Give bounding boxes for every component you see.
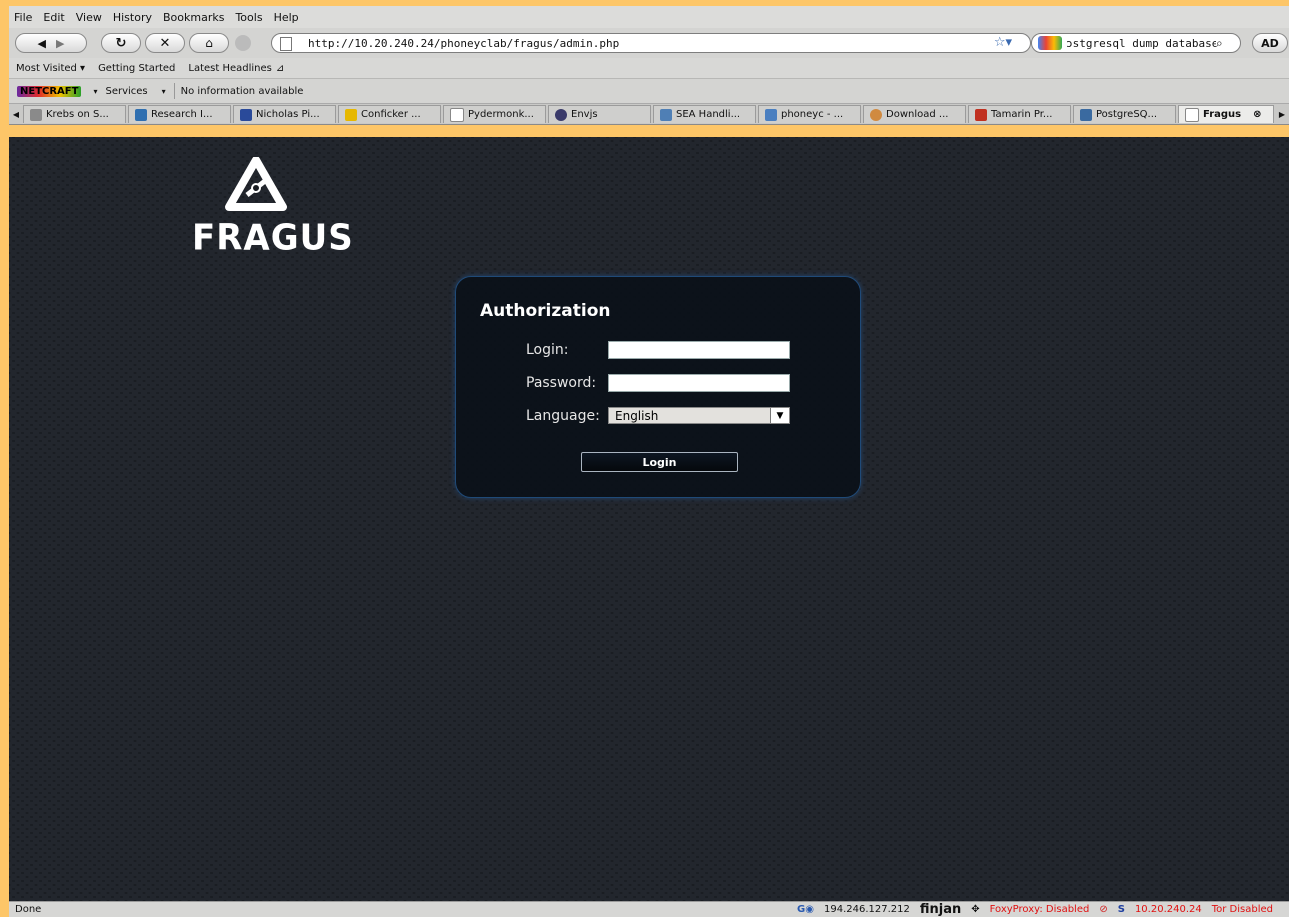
back-icon[interactable]: ◀ xyxy=(38,37,46,50)
logo-text: FRAGUS xyxy=(192,217,354,259)
language-label: Language: xyxy=(526,407,600,424)
stop-button[interactable]: ✕ xyxy=(145,33,185,53)
services-menu[interactable]: Services xyxy=(105,86,147,97)
home-icon: ⌂ xyxy=(205,36,213,50)
tab-favicon xyxy=(1080,108,1092,121)
login-row: Login: xyxy=(526,341,790,359)
tab-envjs[interactable]: Envjs xyxy=(548,105,651,123)
tab-favicon xyxy=(555,108,567,121)
rss-icon: ⊿ xyxy=(275,62,285,74)
language-row: Language: English ▼ xyxy=(526,407,790,424)
url-bar[interactable]: http://10.20.240.24/phoneyclab/fragus/ad… xyxy=(271,33,1031,53)
language-select[interactable]: English ▼ xyxy=(608,407,790,424)
tab-favicon xyxy=(870,108,882,121)
fragus-logo: FRAGUS xyxy=(192,156,354,259)
back-forward-buttons[interactable]: ◀ ▶ xyxy=(15,33,87,53)
page-content: FRAGUS Authorization Login: Password: La… xyxy=(9,137,1289,901)
tab-research[interactable]: Research I... xyxy=(128,105,231,123)
bookmark-most-visited[interactable]: Most Visited ▾ xyxy=(16,63,85,74)
tab-favicon xyxy=(660,108,672,121)
search-input[interactable]: ɔstgresql dump database xyxy=(1066,37,1216,50)
throbber-icon xyxy=(235,35,251,51)
finjan-logo[interactable]: finjan xyxy=(920,902,961,917)
language-value: English xyxy=(615,408,659,423)
forward-icon[interactable]: ▶ xyxy=(56,37,64,50)
menu-view[interactable]: View xyxy=(76,11,102,24)
tab-sea[interactable]: SEA Handli... xyxy=(653,105,756,123)
login-label: Login: xyxy=(526,342,569,358)
stop-icon: ✕ xyxy=(159,35,171,51)
dropdown-icon[interactable]: ▾ xyxy=(162,87,166,96)
netcraft-toolbar: NETCRAFT ▾ Services ▾ No information ava… xyxy=(9,79,1289,104)
home-button[interactable]: ⌂ xyxy=(189,33,229,53)
tab-pydermonk[interactable]: Pydermonk... xyxy=(443,105,546,123)
menu-tools[interactable]: Tools xyxy=(235,11,262,24)
reload-button[interactable]: ↻ xyxy=(101,33,141,53)
reload-icon: ↻ xyxy=(115,35,127,51)
tab-bar: ◀ Krebs on S... Research I... Nicholas P… xyxy=(9,104,1289,125)
location-icon[interactable]: G◉ xyxy=(797,904,814,915)
password-row: Password: xyxy=(526,374,790,392)
page-icon xyxy=(280,37,292,51)
menu-help[interactable]: Help xyxy=(274,11,299,24)
tab-postgresql[interactable]: PostgreSQ... xyxy=(1073,105,1176,123)
foxyproxy-status[interactable]: FoxyProxy: Disabled xyxy=(990,904,1090,915)
tab-krebs[interactable]: Krebs on S... xyxy=(23,105,126,123)
login-button[interactable]: Login xyxy=(581,452,738,472)
status-text: Done xyxy=(15,904,42,915)
tab-favicon xyxy=(975,108,987,121)
navigation-toolbar: ◀ ▶ ↻ ✕ ⌂ http://10.20.240.24/phoneyclab… xyxy=(9,28,1289,58)
tor-status[interactable]: Tor Disabled xyxy=(1212,904,1273,915)
s-icon[interactable]: S xyxy=(1118,904,1125,915)
tab-favicon xyxy=(135,108,147,121)
browser-chrome: File Edit View History Bookmarks Tools H… xyxy=(9,6,1289,125)
plug-icon[interactable]: ✥ xyxy=(971,904,979,915)
search-bar[interactable]: ɔstgresql dump database ⌕ xyxy=(1031,33,1241,53)
menu-bookmarks[interactable]: Bookmarks xyxy=(163,11,224,24)
noscript-icon[interactable]: ⊘ xyxy=(1099,904,1107,915)
url-text[interactable]: http://10.20.240.24/phoneyclab/fragus/ad… xyxy=(308,37,619,50)
netcraft-logo[interactable]: NETCRAFT xyxy=(17,85,82,97)
chain-triangle-icon xyxy=(225,156,287,211)
bookmarks-toolbar: Most Visited ▾ Getting Started Latest He… xyxy=(9,58,1289,79)
panel-title: Authorization xyxy=(480,301,611,321)
tab-favicon xyxy=(1185,107,1199,122)
local-ip: 10.20.240.24 xyxy=(1134,904,1202,915)
site-info: No information available xyxy=(180,85,304,97)
search-icon[interactable]: ⌕ xyxy=(1216,36,1223,51)
menu-edit[interactable]: Edit xyxy=(43,11,64,24)
tab-scroll-right-icon[interactable]: ▶ xyxy=(1276,110,1288,119)
tab-scroll-left-icon[interactable]: ◀ xyxy=(9,110,23,119)
login-input[interactable] xyxy=(608,341,790,359)
status-addons: G◉ 194.246.127.212 finjan ✥ FoxyProxy: D… xyxy=(787,902,1273,917)
menu-file[interactable]: File xyxy=(14,11,32,24)
tab-favicon xyxy=(30,108,42,121)
status-bar: Done G◉ 194.246.127.212 finjan ✥ FoxyPro… xyxy=(9,901,1289,917)
menu-history[interactable]: History xyxy=(113,11,152,24)
bookmark-getting-started[interactable]: Getting Started xyxy=(98,63,175,74)
bookmark-latest-headlines[interactable]: Latest Headlines xyxy=(188,63,272,74)
tab-phoneyc[interactable]: phoneyc - ... xyxy=(758,105,861,123)
tab-download[interactable]: Download ... xyxy=(863,105,966,123)
chevron-down-icon[interactable]: ▼ xyxy=(770,408,789,423)
tab-favicon xyxy=(765,108,777,121)
divider xyxy=(173,83,175,99)
dropdown-icon[interactable]: ▾ xyxy=(93,87,97,96)
tab-nicholas[interactable]: Nicholas Pi... xyxy=(233,105,336,123)
password-label: Password: xyxy=(526,375,597,391)
tab-conficker[interactable]: Conficker ... xyxy=(338,105,441,123)
tab-tamarin[interactable]: Tamarin Pr... xyxy=(968,105,1071,123)
ad-button[interactable]: AD xyxy=(1252,33,1288,53)
menu-bar: File Edit View History Bookmarks Tools H… xyxy=(9,6,1289,28)
close-tab-icon[interactable]: ⊗ xyxy=(1253,109,1261,120)
password-input[interactable] xyxy=(608,374,790,392)
authorization-panel: Authorization Login: Password: Language:… xyxy=(455,276,861,498)
tab-favicon xyxy=(450,107,464,122)
tab-favicon xyxy=(345,108,357,121)
google-icon[interactable] xyxy=(1038,36,1062,50)
ip-address: 194.246.127.212 xyxy=(823,904,910,915)
star-icon[interactable]: ☆▾ xyxy=(994,35,1012,50)
tab-fragus[interactable]: Fragus ⊗ xyxy=(1178,105,1274,123)
tab-favicon xyxy=(240,108,252,121)
